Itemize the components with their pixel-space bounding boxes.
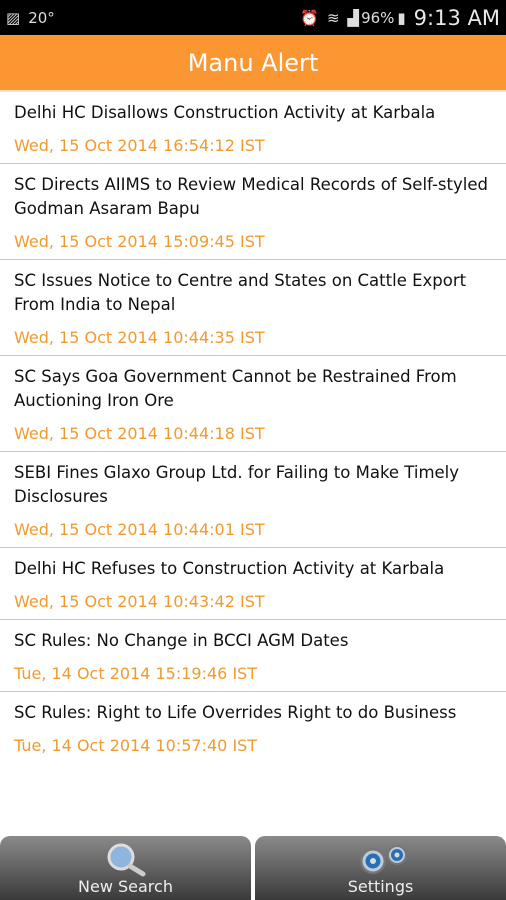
settings-label: Settings	[347, 877, 414, 896]
news-list: Delhi HC Disallows Construction Activity…	[0, 92, 506, 763]
item-title: Delhi HC Disallows Construction Activity…	[14, 103, 436, 122]
wifi-icon: ≋	[326, 8, 340, 27]
list-item[interactable]: Delhi HC Refuses to Construction Activit…	[0, 548, 506, 620]
item-title: SC Says Goa Government Cannot be Restrai…	[14, 367, 457, 410]
item-date: Wed, 15 Oct 2014 15:09:45 IST	[14, 232, 265, 251]
battery-level: 96%	[361, 8, 395, 27]
item-title: Delhi HC Refuses to Construction Activit…	[14, 559, 445, 578]
magnifier-icon	[101, 841, 151, 877]
item-title: SC Rules: Right to Life Overrides Right …	[14, 703, 457, 722]
bottom-bar: New Search Settings	[0, 836, 506, 900]
item-title: SC Directs AIIMS to Review Medical Recor…	[14, 175, 488, 218]
new-search-button[interactable]: New Search	[0, 836, 251, 900]
item-date: Tue, 14 Oct 2014 10:57:40 IST	[14, 736, 258, 755]
item-date: Wed, 15 Oct 2014 10:44:35 IST	[14, 328, 265, 347]
item-title: SC Rules: No Change in BCCI AGM Dates	[14, 631, 349, 650]
item-date: Wed, 15 Oct 2014 10:43:42 IST	[14, 592, 265, 611]
status-bar: ▨ 20° ⏰ ≋ ▟ 96% ▮ 9:13 AM	[0, 0, 506, 35]
item-date: Tue, 14 Oct 2014 15:19:46 IST	[14, 664, 258, 683]
item-title: SEBI Fines Glaxo Group Ltd. for Failing …	[14, 463, 460, 506]
list-item[interactable]: SC Directs AIIMS to Review Medical Recor…	[0, 164, 506, 260]
gallery-icon: ▨	[6, 8, 21, 27]
gears-icon	[341, 841, 421, 877]
temperature: 20°	[28, 8, 55, 27]
item-date: Wed, 15 Oct 2014 16:54:12 IST	[14, 136, 265, 155]
new-search-label: New Search	[78, 877, 173, 896]
list-item[interactable]: SEBI Fines Glaxo Group Ltd. for Failing …	[0, 452, 506, 548]
clock: 9:13 AM	[413, 5, 500, 30]
list-item[interactable]: Delhi HC Disallows Construction Activity…	[0, 92, 506, 164]
settings-button[interactable]: Settings	[255, 836, 506, 900]
alarm-icon: ⏰	[300, 8, 319, 27]
battery-icon: ▮	[397, 8, 406, 27]
signal-icon: ▟	[347, 8, 360, 27]
item-title: SC Issues Notice to Centre and States on…	[14, 271, 467, 314]
item-date: Wed, 15 Oct 2014 10:44:01 IST	[14, 520, 265, 539]
list-item[interactable]: SC Says Goa Government Cannot be Restrai…	[0, 356, 506, 452]
item-date: Wed, 15 Oct 2014 10:44:18 IST	[14, 424, 265, 443]
list-item[interactable]: SC Issues Notice to Centre and States on…	[0, 260, 506, 356]
list-item[interactable]: SC Rules: No Change in BCCI AGM Dates Tue…	[0, 620, 506, 692]
app-title: Manu Alert	[0, 35, 506, 92]
list-item[interactable]: SC Rules: Right to Life Overrides Right …	[0, 692, 506, 763]
